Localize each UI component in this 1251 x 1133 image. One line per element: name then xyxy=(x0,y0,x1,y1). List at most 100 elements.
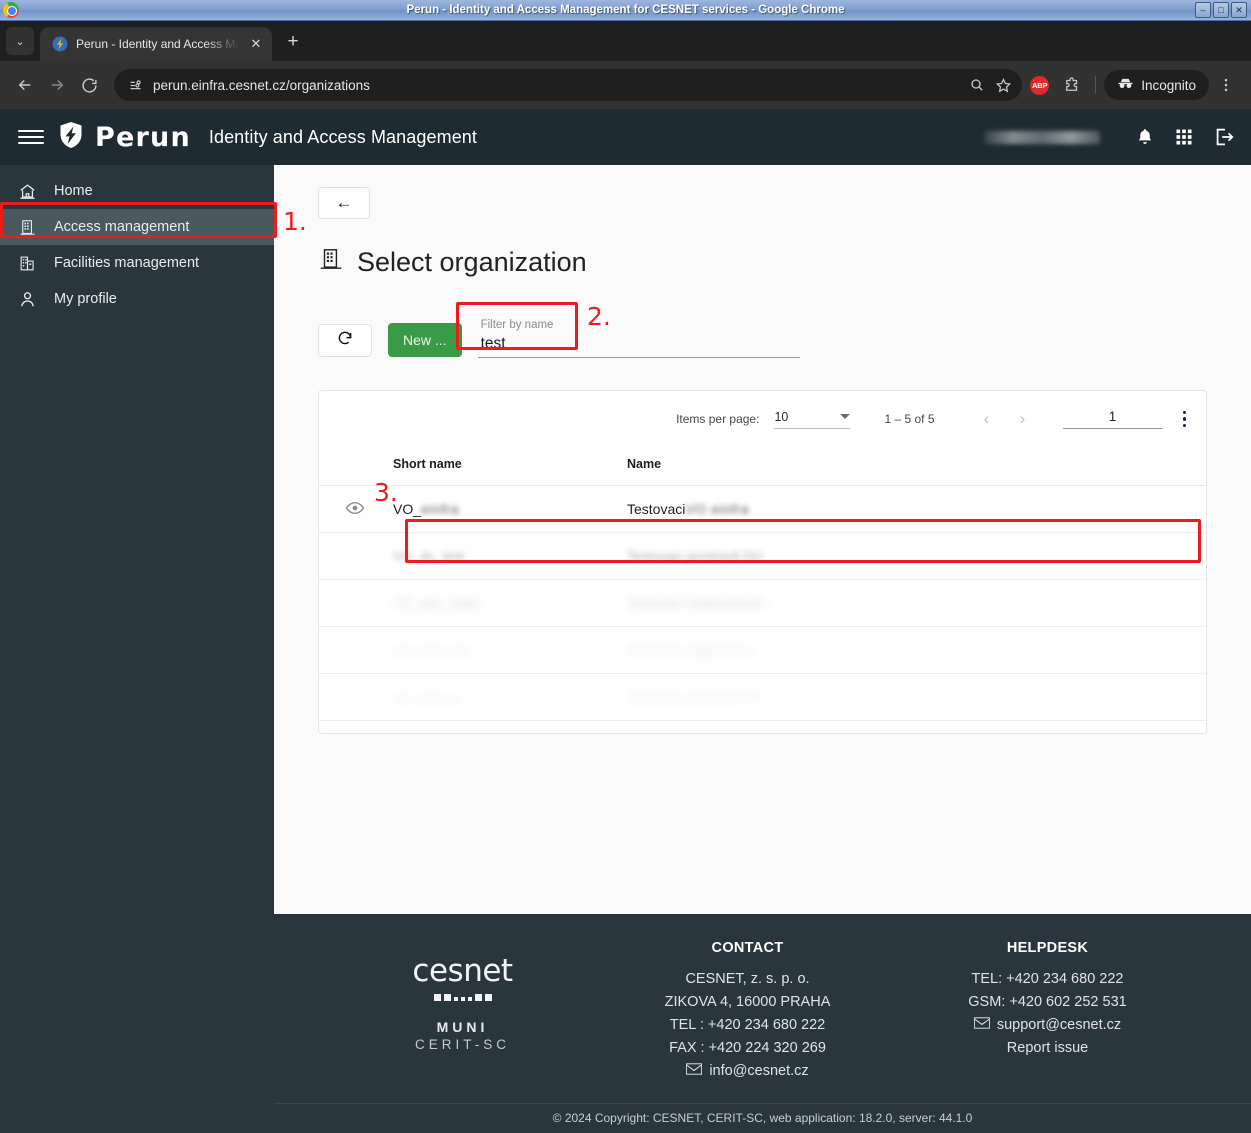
apps-grid-icon[interactable] xyxy=(1174,127,1194,147)
back-button[interactable]: ← xyxy=(318,187,370,219)
content-column: ← Select organization New ... Filter by … xyxy=(274,165,1251,1133)
organizations-card: Items per page: 10 1 – 5 of 5 ‹ › 1 Shor… xyxy=(318,390,1207,734)
column-header-name[interactable]: Name xyxy=(627,447,1206,486)
toolbar-divider xyxy=(1095,76,1097,94)
table-row[interactable]: VO_du_test Testovaci prostredi DU xyxy=(319,532,1206,580)
page-title: Select organization xyxy=(318,246,1207,279)
new-organization-button[interactable]: New ... xyxy=(388,323,462,357)
name-redacted: Testovaci organizace xyxy=(627,643,754,658)
tab-close-icon[interactable]: ✕ xyxy=(248,36,264,52)
row-visibility-cell[interactable] xyxy=(319,532,393,580)
copyright-text: © 2024 Copyright: CESNET, CERIT-SC, web … xyxy=(274,1103,1251,1133)
contact-line: CESNET, z. s. p. o. xyxy=(685,971,810,987)
contact-heading: CONTACT xyxy=(711,940,784,956)
window-minimize-button[interactable]: – xyxy=(1195,2,1211,18)
paginator-prev-button[interactable]: ‹ xyxy=(969,409,1005,429)
report-issue-link[interactable]: Report issue xyxy=(898,1037,1198,1060)
puzzle-piece-icon[interactable] xyxy=(1057,70,1087,100)
sidebar-item-label: Home xyxy=(54,183,93,199)
paginator-page-input[interactable]: 1 xyxy=(1062,409,1163,429)
page-title-text: Select organization xyxy=(357,247,587,277)
visibility-eye-icon[interactable] xyxy=(345,501,365,519)
helpdesk-line: GSM: +420 602 252 531 xyxy=(968,994,1127,1010)
short-name-redacted: VO_test_org xyxy=(393,643,469,658)
row-visibility-cell[interactable] xyxy=(319,673,393,721)
app-header: Perun Identity and Access Management xyxy=(0,109,1251,165)
helpdesk-heading: HELPDESK xyxy=(1006,940,1089,956)
page-info-icon[interactable] xyxy=(128,78,143,93)
filter-by-name-field[interactable]: Filter by name xyxy=(477,317,800,358)
app-subtitle: Identity and Access Management xyxy=(208,126,478,147)
helpdesk-email-text: support@cesnet.cz xyxy=(996,1017,1122,1033)
reload-icon[interactable] xyxy=(74,70,104,100)
browser-tab-strip: ⌄ Perun - Identity and Access Ma ✕ + xyxy=(0,21,1251,61)
adblock-plus-extension-icon[interactable]: ABP xyxy=(1030,75,1050,95)
apartment-icon xyxy=(318,246,344,279)
bell-icon[interactable] xyxy=(1135,127,1155,147)
perun-brand[interactable]: Perun xyxy=(56,120,191,155)
sidebar-item-access-management[interactable]: Access management xyxy=(0,209,274,245)
three-dot-menu-icon[interactable] xyxy=(1211,70,1241,100)
address-bar[interactable]: perun.einfra.cesnet.cz/organizations xyxy=(114,69,1023,101)
cerit-sc-logo-text: CERIT-SC xyxy=(414,1037,510,1052)
os-window-buttons: – □ ✕ xyxy=(1195,2,1247,18)
table-row[interactable]: VO_einfra TestovaciVO einfra xyxy=(319,485,1206,533)
vertical-dots-icon[interactable] xyxy=(1182,410,1186,428)
table-row[interactable]: VO_test_meta Testovaci metacentrum xyxy=(319,579,1206,627)
table-row[interactable]: VO_test_tp Testovaci prostredi TP xyxy=(319,673,1206,721)
helpdesk-email-link[interactable]: support@cesnet.cz xyxy=(898,1014,1198,1037)
forward-arrow-icon[interactable] xyxy=(42,70,72,100)
row-visibility-cell[interactable] xyxy=(319,485,393,533)
row-name-cell: Testovaci metacentrum xyxy=(627,579,1206,627)
row-name-cell: TestovaciVO einfra xyxy=(627,485,1206,533)
logout-icon[interactable] xyxy=(1213,126,1235,148)
filter-by-name-label: Filter by name xyxy=(480,319,554,331)
footer-contact-column: CONTACT CESNET, z. s. p. o. ZIKOVA 4, 16… xyxy=(598,940,898,1083)
sidebar: Home Access management Facilities manage… xyxy=(0,165,274,1133)
paginator: Items per page: 10 1 – 5 of 5 ‹ › 1 xyxy=(319,391,1206,447)
short-name-redacted: VO_test_tp xyxy=(393,690,461,705)
app-body: Home Access management Facilities manage… xyxy=(0,165,1251,1133)
refresh-button[interactable] xyxy=(318,324,372,357)
sidebar-item-home[interactable]: Home xyxy=(0,173,274,209)
cesnet-wordmark: cesnet xyxy=(412,953,513,989)
contact-line: FAX : +420 224 320 269 xyxy=(669,1040,826,1056)
contact-email-text: info@cesnet.cz xyxy=(709,1063,809,1079)
hamburger-menu-icon[interactable] xyxy=(14,130,44,144)
filter-by-name-input[interactable] xyxy=(480,333,800,354)
window-maximize-button[interactable]: □ xyxy=(1213,2,1229,18)
column-header-short-name[interactable]: Short name xyxy=(393,447,627,486)
os-window-title: Perun - Identity and Access Management f… xyxy=(406,4,845,16)
contact-email-link[interactable]: info@cesnet.cz xyxy=(598,1060,898,1083)
name-redacted: Testovaci prostredi TP xyxy=(627,690,761,705)
items-per-page-select[interactable]: 10 xyxy=(774,410,851,429)
incognito-label: Incognito xyxy=(1141,77,1196,93)
user-name-redacted[interactable] xyxy=(984,130,1100,144)
sidebar-item-label: Facilities management xyxy=(54,255,200,271)
incognito-spy-icon xyxy=(1117,75,1134,95)
search-zoom-icon[interactable] xyxy=(969,77,985,93)
footer-helpdesk-column: HELPDESK TEL: +420 234 680 222 GSM: +420… xyxy=(898,940,1198,1083)
sidebar-item-facilities-management[interactable]: Facilities management xyxy=(0,245,274,281)
muni-logo-text: MUNI xyxy=(436,1019,489,1035)
browser-tab[interactable]: Perun - Identity and Access Ma ✕ xyxy=(40,27,272,61)
new-tab-button[interactable]: + xyxy=(278,27,308,57)
person-icon xyxy=(17,289,37,309)
incognito-indicator[interactable]: Incognito xyxy=(1104,70,1209,100)
perun-logo-icon xyxy=(56,120,86,155)
paginator-next-button[interactable]: › xyxy=(1005,409,1041,429)
window-close-button[interactable]: ✕ xyxy=(1231,2,1247,18)
row-visibility-cell[interactable] xyxy=(319,626,393,674)
back-arrow-icon[interactable] xyxy=(10,70,40,100)
apartment-icon xyxy=(17,217,37,237)
main-content: ← Select organization New ... Filter by … xyxy=(274,165,1251,914)
contact-line: ZIKOVA 4, 16000 PRAHA xyxy=(664,994,831,1010)
home-icon xyxy=(17,181,37,201)
sidebar-item-my-profile[interactable]: My profile xyxy=(0,281,274,317)
row-name-cell: Testovaci prostredi TP xyxy=(627,673,1206,721)
tab-search-chevron-icon[interactable]: ⌄ xyxy=(6,27,34,55)
table-row[interactable]: VO_test_org Testovaci organizace xyxy=(319,626,1206,674)
star-icon[interactable] xyxy=(995,77,1012,94)
row-short-name-cell: VO_test_meta xyxy=(393,579,627,627)
row-visibility-cell[interactable] xyxy=(319,579,393,627)
